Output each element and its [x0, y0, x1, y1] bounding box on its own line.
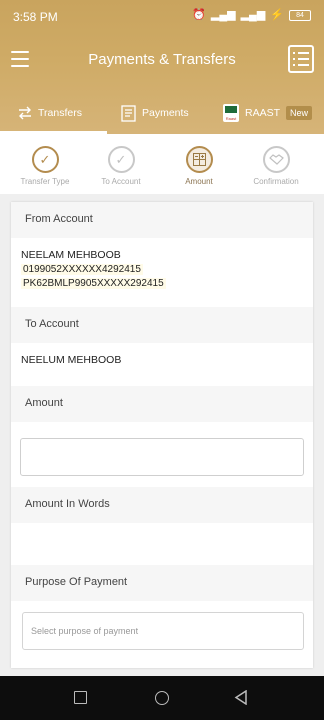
- tab-transfers[interactable]: Transfers: [18, 92, 82, 134]
- list-icon[interactable]: [288, 45, 314, 73]
- check-icon: ✓: [107, 146, 135, 173]
- handshake-icon: [262, 146, 290, 173]
- new-badge: New: [286, 106, 313, 120]
- step-confirmation: Confirmation: [236, 146, 316, 186]
- from-account-name: NEELAM MEHBOOB: [21, 249, 121, 261]
- alarm-icon: ⏰: [192, 9, 206, 21]
- tab-label: Transfers: [38, 107, 82, 119]
- transfer-form: From Account NEELAM MEHBOOB 0199052XXXXX…: [11, 202, 313, 668]
- home-icon[interactable]: [155, 691, 169, 705]
- raast-logo-icon: Raast: [223, 104, 239, 122]
- step-amount: Amount: [159, 146, 239, 186]
- status-icons: ⏰ ▂▄▆ ▂▄▆ ⚡ 84: [192, 9, 311, 21]
- signal-icon: ▂▄▆: [210, 9, 236, 21]
- step-label: Confirmation: [253, 177, 299, 186]
- step-to-account: ✓ To Account: [81, 146, 161, 186]
- step-label: Transfer Type: [20, 177, 70, 186]
- app-header: 3:58 PM ⏰ ▂▄▆ ▂▄▆ ⚡ 84 Payments & Transf…: [0, 0, 324, 134]
- to-account-heading: To Account: [11, 307, 313, 343]
- from-account-iban: PK62BMLP9905XXXXX292415: [21, 278, 166, 289]
- amount-heading: Amount: [11, 386, 313, 422]
- status-bar: 3:58 PM ⏰ ▂▄▆ ▂▄▆ ⚡ 84: [0, 0, 324, 32]
- page-title: Payments & Transfers: [88, 51, 236, 68]
- back-icon[interactable]: [234, 690, 248, 705]
- amount-in-words-heading: Amount In Words: [11, 487, 313, 523]
- amount-input[interactable]: [20, 438, 304, 476]
- wifi-icon: ▂▄▆: [240, 9, 266, 21]
- calculator-icon: [185, 146, 213, 173]
- document-icon: [121, 104, 136, 122]
- recents-icon[interactable]: [74, 691, 87, 704]
- transfer-arrows-icon: [19, 106, 31, 120]
- tab-payments[interactable]: Payments: [121, 92, 189, 134]
- from-account-heading: From Account: [11, 202, 313, 238]
- check-icon: ✓: [31, 146, 59, 173]
- tab-label: Payments: [142, 107, 189, 119]
- charging-icon: ⚡: [270, 9, 284, 21]
- battery-icon: 84: [289, 9, 311, 21]
- status-time: 3:58 PM: [13, 10, 58, 24]
- tab-label: RAAST: [245, 107, 281, 119]
- app-bar: Payments & Transfers: [0, 40, 324, 80]
- system-nav-bar: [0, 676, 324, 720]
- to-account-name: NEELUM MEHBOOB: [21, 354, 122, 366]
- progress-stepper: ✓ Transfer Type ✓ To Account Amount Conf…: [0, 134, 324, 194]
- tab-raast[interactable]: Raast RAAST New: [223, 92, 313, 134]
- tab-bar: Transfers Payments Raast RAAST New: [0, 92, 324, 134]
- step-label: To Account: [101, 177, 141, 186]
- from-account-number: 0199052XXXXXX4292415: [21, 264, 143, 275]
- purpose-select[interactable]: Select purpose of payment: [22, 612, 304, 650]
- step-label: Amount: [185, 177, 213, 186]
- purpose-heading: Purpose Of Payment: [11, 565, 313, 601]
- step-transfer-type: ✓ Transfer Type: [5, 146, 85, 186]
